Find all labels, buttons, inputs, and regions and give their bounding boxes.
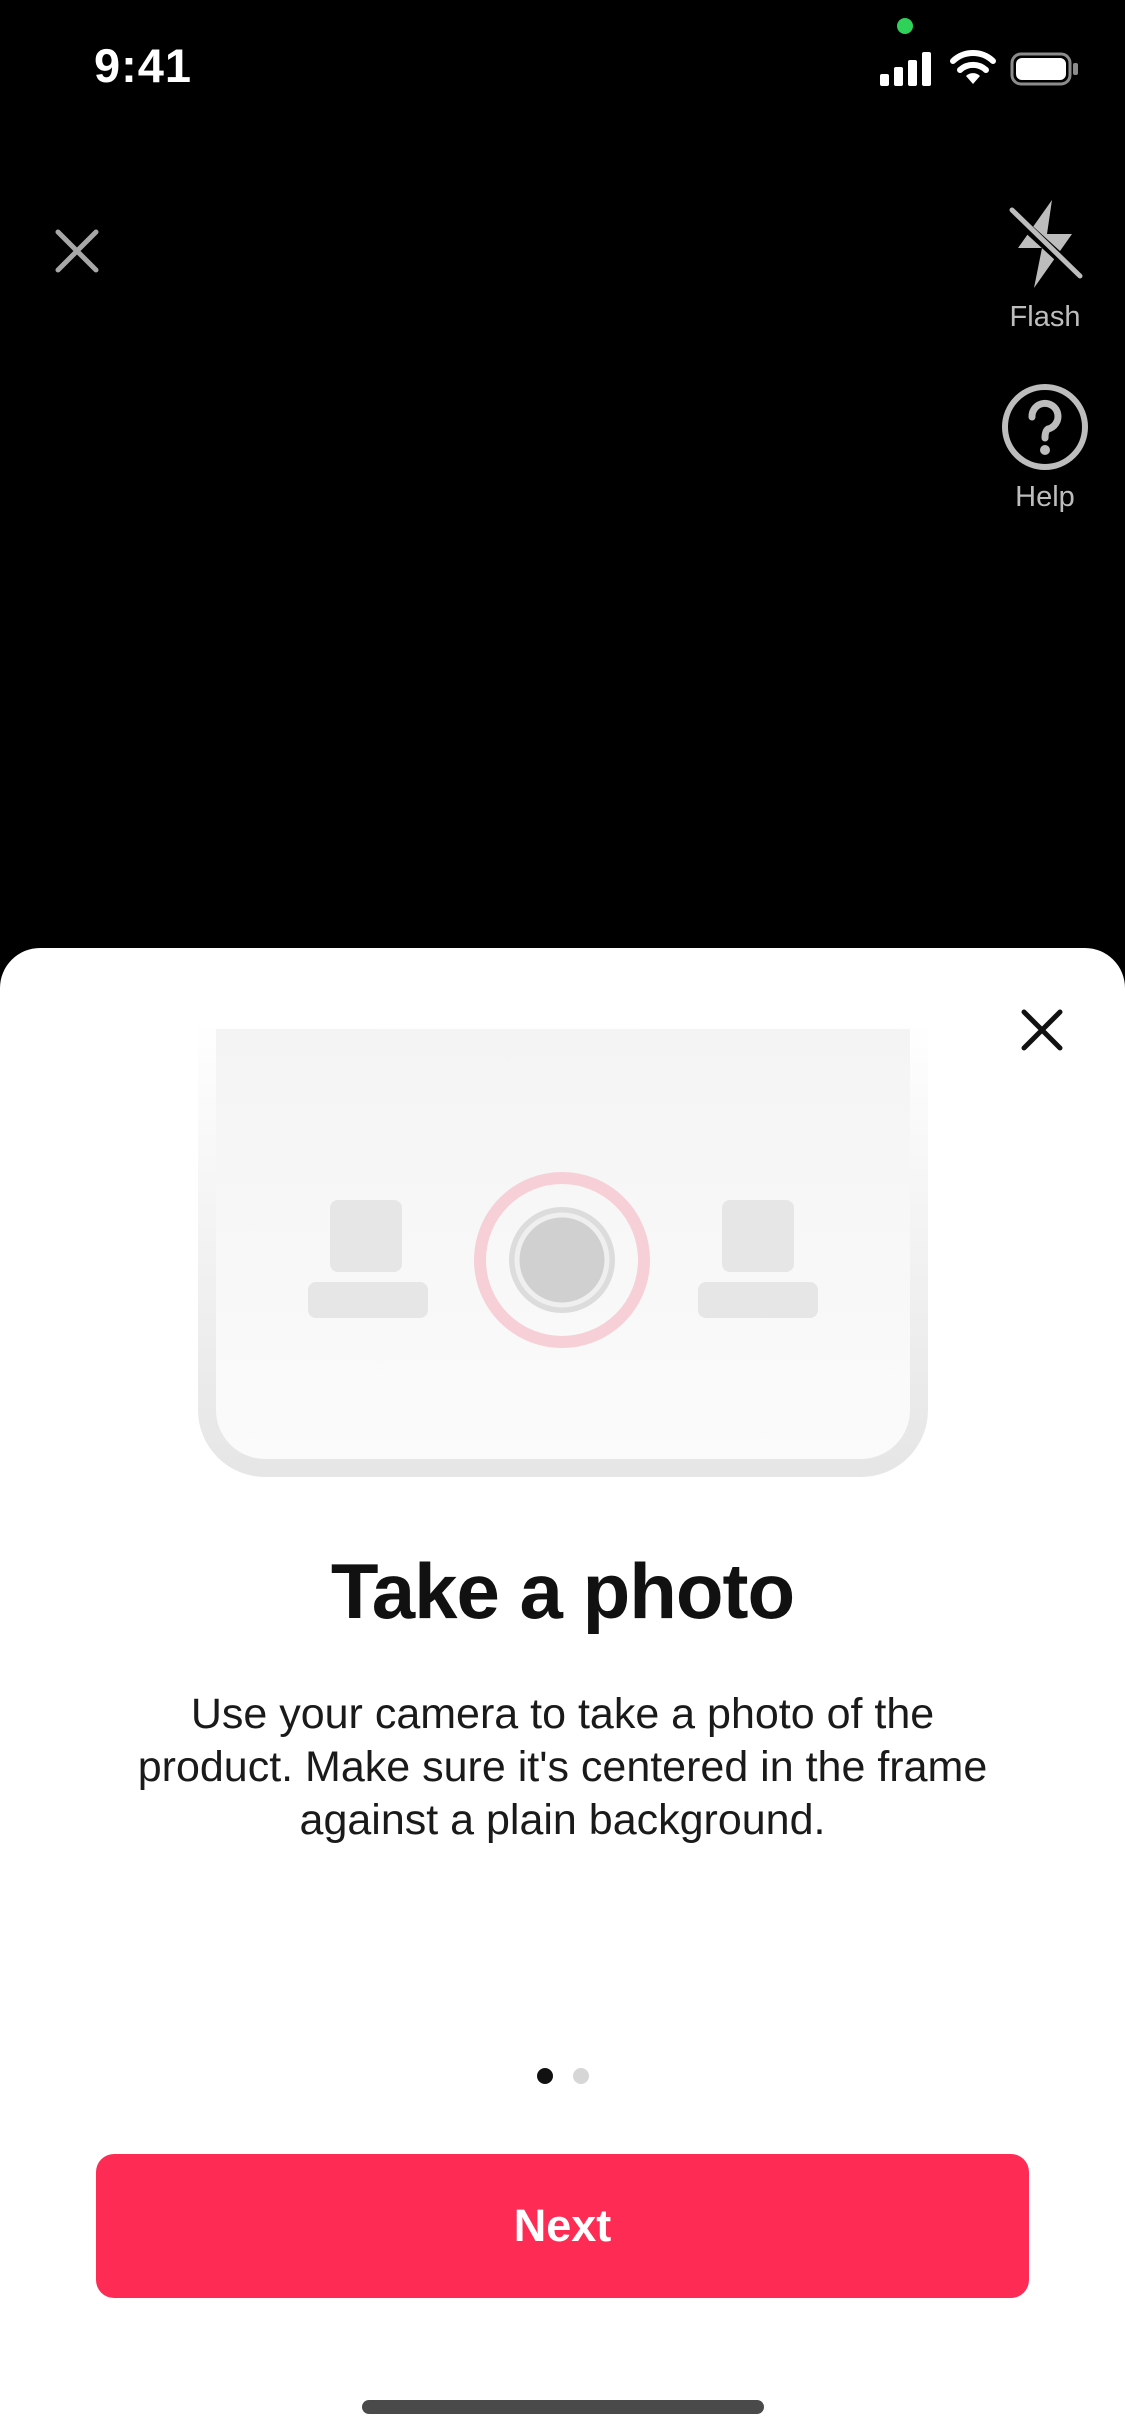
page-indicator-dot-2	[572, 2068, 589, 2084]
help-button[interactable]: Help	[990, 382, 1100, 514]
help-label: Help	[1015, 481, 1075, 513]
sheet-close-button[interactable]	[1008, 996, 1076, 1064]
flash-label: Flash	[1009, 301, 1081, 333]
status-icons	[880, 48, 1080, 88]
status-time: 9:41	[94, 39, 193, 92]
flash-off-icon	[1005, 200, 1087, 288]
help-icon	[1002, 384, 1088, 470]
sheet-title: Take a photo	[330, 1547, 795, 1635]
privacy-indicator-icon	[897, 18, 913, 34]
page-indicator-dot-1	[536, 2068, 553, 2084]
sheet-description: Use your camera to take a photo of the p…	[137, 1690, 988, 1844]
cellular-signal-icon	[880, 52, 931, 86]
home-indicator	[362, 2400, 764, 2414]
battery-icon	[1010, 52, 1078, 86]
camera-illustration	[198, 1011, 928, 1480]
camera-shutter-illustration-icon	[198, 1011, 928, 1477]
flash-toggle[interactable]: Flash	[990, 196, 1100, 334]
page-indicator	[0, 2068, 1125, 2088]
camera-screen: 9:41 Flash Help Take a photo Use your ca…	[0, 0, 1125, 2436]
close-icon	[55, 229, 99, 273]
close-icon	[1021, 1009, 1063, 1051]
status-bar: 9:41	[0, 0, 1125, 140]
onboarding-sheet: Take a photo Use your camera to take a p…	[0, 948, 1125, 2436]
camera-close-button[interactable]	[44, 218, 110, 284]
next-button[interactable]: Next	[96, 2154, 1029, 2298]
wifi-icon	[950, 50, 996, 84]
